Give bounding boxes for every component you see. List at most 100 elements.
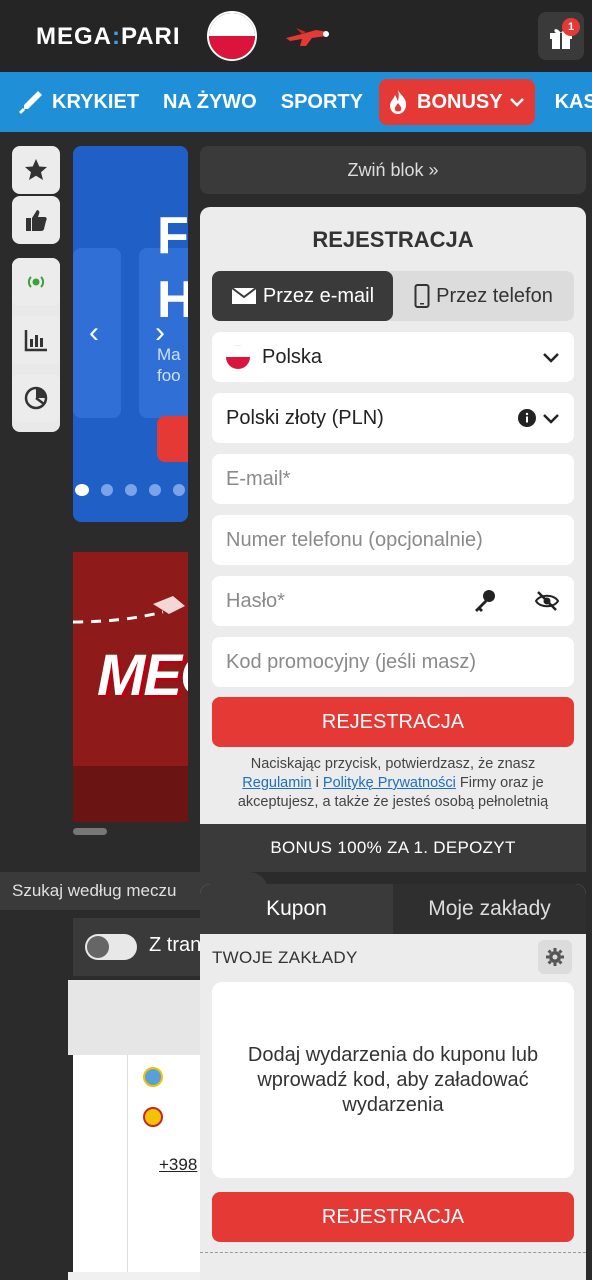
tab-coupon[interactable]: Kupon <box>200 884 393 934</box>
nav-item-sports[interactable]: SPORTY <box>269 72 375 132</box>
promo-tile[interactable]: MEG <box>73 552 188 822</box>
chevron-left-icon[interactable]: ‹ <box>89 316 99 350</box>
terms-line: Naciskając przycisk, potwierdzasz, że zn… <box>250 756 536 772</box>
poland-flag-icon[interactable] <box>207 11 257 61</box>
fire-icon <box>390 90 407 114</box>
logo-separator: : <box>112 23 121 50</box>
info-icon[interactable] <box>518 409 536 427</box>
registration-panel: REJESTRACJA Przez e-mail Przez telefon P… <box>200 207 586 872</box>
cricket-bat-icon <box>18 91 42 115</box>
page-dot[interactable] <box>125 484 137 496</box>
country-value: Polska <box>262 345 323 368</box>
translation-label: Z tran <box>149 934 202 956</box>
banner-subtitle: Ma foo <box>157 345 181 385</box>
logo[interactable]: MEGA:PARI <box>36 23 181 51</box>
bonus-banner[interactable]: BONUS 100% ZA 1. DEPOZYT <box>200 824 586 872</box>
bet-slip-tabs: Kupon Moje zakłady <box>200 884 586 934</box>
phone-icon <box>414 284 430 308</box>
top-bar: MEGA:PARI 1 <box>0 0 592 72</box>
currency-select[interactable]: Polski złoty (PLN) <box>212 393 574 443</box>
chevron-down-icon <box>543 414 559 424</box>
statistics-button[interactable] <box>12 316 60 364</box>
divider <box>200 1252 586 1253</box>
bar-chart-icon <box>24 330 47 352</box>
banner-pagination <box>73 484 185 496</box>
gift-button[interactable]: 1 <box>538 12 584 60</box>
key-icon[interactable] <box>472 588 498 614</box>
results-button[interactable] <box>12 374 60 422</box>
email-field[interactable]: E-mail* <box>212 454 574 504</box>
registration-title: REJESTRACJA <box>312 227 474 252</box>
logo-left: MEGA <box>36 23 112 50</box>
live-broadcast-icon <box>27 276 45 288</box>
page-dot[interactable] <box>173 484 185 496</box>
tab-email-label: Przez e-mail <box>262 284 375 307</box>
empty-coupon-message: Dodaj wydarzenia do kuponu lub wprowadź … <box>212 982 574 1178</box>
phone-field[interactable]: Numer telefonu (opcjonalnie) <box>212 515 574 565</box>
translation-filter: Z tran <box>73 918 203 976</box>
nav-label-live: NA ŻYWO <box>163 90 257 113</box>
promo-code-field[interactable]: Kod promocyjny (jeśli masz) <box>212 637 574 687</box>
settings-button[interactable] <box>538 940 572 974</box>
nav-item-casino[interactable]: KAS <box>543 72 592 132</box>
side-tools-group <box>12 258 60 432</box>
privacy-policy-link[interactable]: Politykę Prywatności <box>323 775 456 791</box>
logo-right: PARI <box>121 23 181 50</box>
poland-flag-icon <box>226 345 250 369</box>
nav-label-sports: SPORTY <box>280 90 363 113</box>
coupon-register-button[interactable]: REJESTRACJA <box>212 1192 574 1242</box>
tab-email[interactable]: Przez e-mail <box>212 271 393 321</box>
nav-label-bonuses: BONUSY <box>417 90 503 113</box>
banner-cta-button[interactable] <box>157 416 188 462</box>
tab-phone[interactable]: Przez telefon <box>393 271 574 321</box>
translation-toggle[interactable] <box>85 934 137 960</box>
promo-band <box>73 766 188 822</box>
aviator-plane-icon[interactable] <box>282 20 332 52</box>
tab-my-bets[interactable]: Moje zakłady <box>393 884 586 934</box>
page-dot[interactable] <box>101 484 113 496</box>
more-markets-link[interactable]: +398 <box>159 1155 197 1175</box>
eye-slash-icon[interactable] <box>534 590 560 612</box>
side-favorites-group <box>12 146 60 246</box>
chevron-down-icon <box>543 353 559 363</box>
nav-item-live[interactable]: NA ŻYWO <box>151 72 269 132</box>
page-dot[interactable] <box>149 484 161 496</box>
thumbs-up-icon <box>26 210 47 231</box>
gift-badge: 1 <box>562 18 580 36</box>
register-button[interactable]: REJESTRACJA <box>212 697 574 747</box>
live-button[interactable] <box>12 258 60 306</box>
registration-tabs: Przez e-mail Przez telefon <box>212 271 574 321</box>
team-logo-icon <box>143 1107 163 1127</box>
terms-conjunction: i <box>311 775 323 791</box>
country-select[interactable]: Polska <box>212 332 574 382</box>
banner-title-line1: F <box>157 207 188 265</box>
bet-slip-panel: Kupon Moje zakłady TWOJE ZAKŁADY Dodaj w… <box>200 884 586 1280</box>
star-icon <box>25 159 47 180</box>
currency-value: Polski złoty (PLN) <box>226 406 384 429</box>
promo-text: MEG <box>97 643 188 708</box>
nav-item-bonuses[interactable]: BONUSY <box>379 79 535 125</box>
chevron-down-icon <box>509 98 524 107</box>
password-field[interactable]: Hasło* <box>212 576 574 626</box>
nav-label-cricket: KRYKIET <box>52 90 140 113</box>
main-nav: KRYKIET NA ŻYWO SPORTY BONUSY KAS <box>0 72 592 132</box>
team-logo-icon <box>143 1067 163 1087</box>
promo-banner[interactable]: F H ‹ › Ma foo <box>73 146 188 522</box>
envelope-icon <box>231 287 257 304</box>
terms-text: Naciskając przycisk, potwierdzasz, że zn… <box>220 755 566 812</box>
page-dot[interactable] <box>75 484 89 496</box>
password-placeholder: Hasło* <box>226 589 285 612</box>
tab-phone-label: Przez telefon <box>436 284 553 307</box>
your-bets-heading: TWOJE ZAKŁADY <box>212 948 358 967</box>
popular-button[interactable] <box>12 196 60 244</box>
nav-item-cricket[interactable]: KRYKIET <box>0 72 151 132</box>
scroll-indicator <box>73 828 107 835</box>
terms-link[interactable]: Regulamin <box>242 775 311 791</box>
favorites-button[interactable] <box>12 146 60 194</box>
collapse-block-button[interactable]: Zwiń blok » <box>200 146 586 194</box>
event-list: +398 <box>73 1055 203 1280</box>
pie-chart-icon <box>24 386 48 410</box>
nav-label-casino: KAS <box>554 90 592 113</box>
dashed-trail-icon <box>73 596 185 624</box>
gear-icon <box>546 948 564 966</box>
